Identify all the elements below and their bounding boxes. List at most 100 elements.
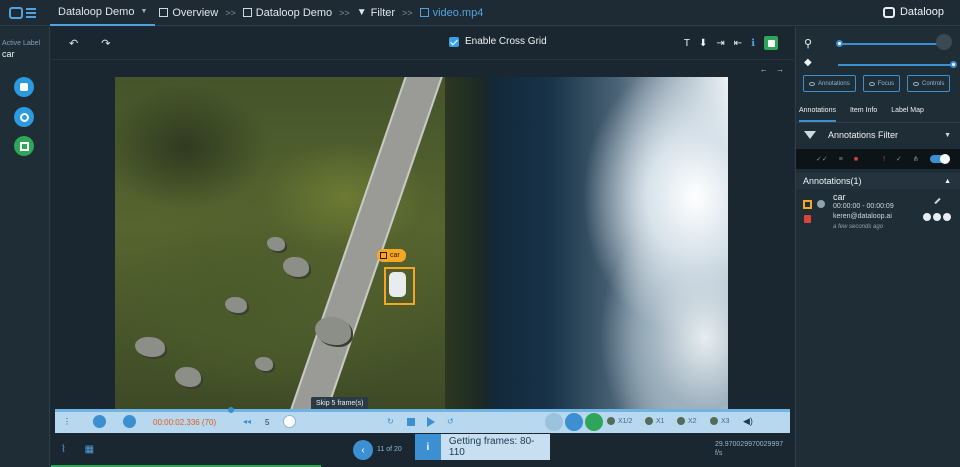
list-item[interactable]: car 00:00:00 - 00:00:09 keren@dataloop.a… [796, 190, 960, 240]
approve-icon[interactable]: ✓ [896, 155, 902, 163]
annotations-list-header[interactable]: Annotations(1) ▲ [796, 173, 960, 189]
save-button[interactable] [764, 36, 778, 50]
left-toolbar: Active Label car [0, 27, 50, 467]
tab-item-info[interactable]: Item Info [850, 107, 877, 122]
trash-icon[interactable] [804, 215, 811, 223]
question-icon[interactable] [933, 213, 941, 221]
check-icon[interactable] [943, 213, 951, 221]
hamburger-icon [25, 7, 36, 18]
bounding-box-label-text: car [390, 252, 400, 259]
toggle-focus[interactable]: Focus [862, 75, 901, 92]
brightness-slider-knob[interactable] [950, 61, 957, 68]
minus-button[interactable] [565, 413, 583, 431]
point-icon [19, 112, 29, 122]
toolbar-actions: T ⬇ ⇥ ⇤ ℹ [684, 36, 778, 50]
fit-to-screen-button[interactable] [936, 34, 952, 50]
video-file-icon [419, 8, 429, 17]
text-tool-icon[interactable]: T [684, 38, 690, 49]
cross-grid-toggle[interactable]: Enable Cross Grid [449, 36, 547, 47]
pin-button[interactable] [93, 415, 106, 428]
bounding-box[interactable] [384, 267, 415, 305]
label-tool-button[interactable] [14, 77, 34, 97]
point-tool-button[interactable] [14, 107, 34, 127]
check-all-icon[interactable]: ✓✓ [816, 155, 828, 163]
video-frame-shore [445, 77, 495, 410]
tab-annotations[interactable]: Annotations [799, 107, 836, 122]
annotations-filter-header[interactable]: Annotations Filter ▼ [796, 124, 960, 146]
info-icon[interactable]: ℹ [751, 38, 755, 49]
breadcrumb-overview[interactable]: Overview [172, 7, 218, 19]
cross-grid-label: Enable Cross Grid [465, 36, 547, 47]
loop-icon[interactable]: ↻ [387, 417, 394, 426]
speed-2x[interactable]: X2 [688, 418, 697, 425]
rewind-icon[interactable]: ◂◂ [243, 417, 251, 426]
tab-label-map[interactable]: Label Map [891, 107, 924, 122]
save-icon [767, 39, 775, 47]
overview-icon [159, 8, 169, 17]
issue-icon[interactable]: ! [883, 156, 885, 163]
timeline-knob[interactable] [228, 407, 235, 413]
project-name: Dataloop Demo [58, 5, 135, 18]
stop-record-button[interactable] [123, 415, 136, 428]
skip-frames-input[interactable]: 5 [265, 418, 269, 427]
item-nav-arrows[interactable]: ← → [760, 65, 787, 74]
chevron-up-icon: ▲ [944, 177, 951, 185]
list-icon[interactable]: ≡ [839, 156, 843, 163]
stop-button[interactable] [407, 418, 415, 426]
breadcrumb-filter[interactable]: Filter [371, 7, 395, 19]
toggle-annotations[interactable]: Annotations [803, 75, 856, 92]
breadcrumb-separator: >> [225, 7, 236, 18]
checkbox-checked-icon[interactable] [449, 36, 459, 47]
brand: Dataloop [882, 6, 944, 18]
play-button[interactable] [427, 417, 435, 427]
speed-3x[interactable]: X3 [721, 418, 730, 425]
breadcrumb-dataset[interactable]: Dataloop Demo [256, 7, 332, 19]
replay-icon[interactable]: ↺ [447, 417, 454, 426]
fps-unit: f/s [715, 450, 723, 457]
speed-half[interactable]: X1/2 [618, 418, 632, 425]
export-icon[interactable]: ⇥ [716, 38, 724, 49]
info-icon[interactable] [923, 213, 931, 221]
toggle-controls[interactable]: Controls [907, 75, 951, 92]
chart-grid-icons[interactable]: ⌇ ▦ [61, 444, 102, 455]
zoom-control: ⚲ ◆ [804, 37, 957, 68]
annotation-time-range: 00:00:00 - 00:00:09 [833, 203, 894, 210]
bounding-box-label[interactable]: car [377, 249, 406, 262]
tree-icon[interactable]: ⋔ [913, 155, 919, 163]
zoom-slider-knob[interactable] [836, 40, 843, 47]
rock [283, 257, 309, 277]
visibility-toggle[interactable] [929, 154, 950, 164]
eye-icon [809, 81, 815, 86]
rock [175, 367, 201, 387]
brand-name: Dataloop [899, 6, 944, 18]
volume-icon[interactable]: ◀) [743, 416, 753, 427]
active-label-value[interactable]: car [2, 49, 49, 59]
delete-all-icon[interactable]: ■ [854, 156, 858, 163]
timeline-scrubber[interactable] [55, 409, 790, 412]
video-controls: ⋮ 00:00:02.336 (70) ◂◂ 5 ↻ ↺ X1/2 X1 X2 … [55, 407, 790, 433]
breadcrumb-file[interactable]: video.mp4 [433, 7, 484, 19]
toggle-annotations-label: Annotations [818, 80, 850, 87]
box-icon [803, 200, 812, 209]
box-tool-button[interactable] [14, 136, 34, 156]
project-selector[interactable]: Dataloop Demo ▼ [50, 0, 156, 26]
eye-icon [913, 81, 920, 86]
app-menu-button[interactable] [0, 0, 44, 26]
more-options-icon[interactable]: ⋮ [63, 417, 71, 426]
item-pager: 11 of 20 [377, 446, 402, 453]
speed-1x[interactable]: X1 [656, 418, 665, 425]
undo-redo-buttons[interactable]: ↶ ↷ [69, 37, 121, 50]
download-icon[interactable]: ⬇ [699, 38, 707, 49]
interpolation-button[interactable] [545, 413, 563, 431]
zoom-slider[interactable] [838, 43, 938, 45]
pencil-icon[interactable] [934, 197, 941, 205]
skip-forward-button[interactable] [283, 415, 296, 428]
previous-item-button[interactable]: ‹ [353, 440, 373, 460]
import-icon[interactable]: ⇤ [734, 38, 742, 49]
annotation-bulk-actions: ✓✓ ≡ ■ ! ✓ ⋔ [796, 149, 960, 169]
toast-message: Getting frames: 80-110 [448, 436, 535, 458]
box-icon [380, 252, 387, 259]
keyframe-button[interactable] [585, 413, 603, 431]
brightness-slider[interactable] [838, 64, 956, 66]
video-canvas[interactable]: car [115, 77, 728, 410]
